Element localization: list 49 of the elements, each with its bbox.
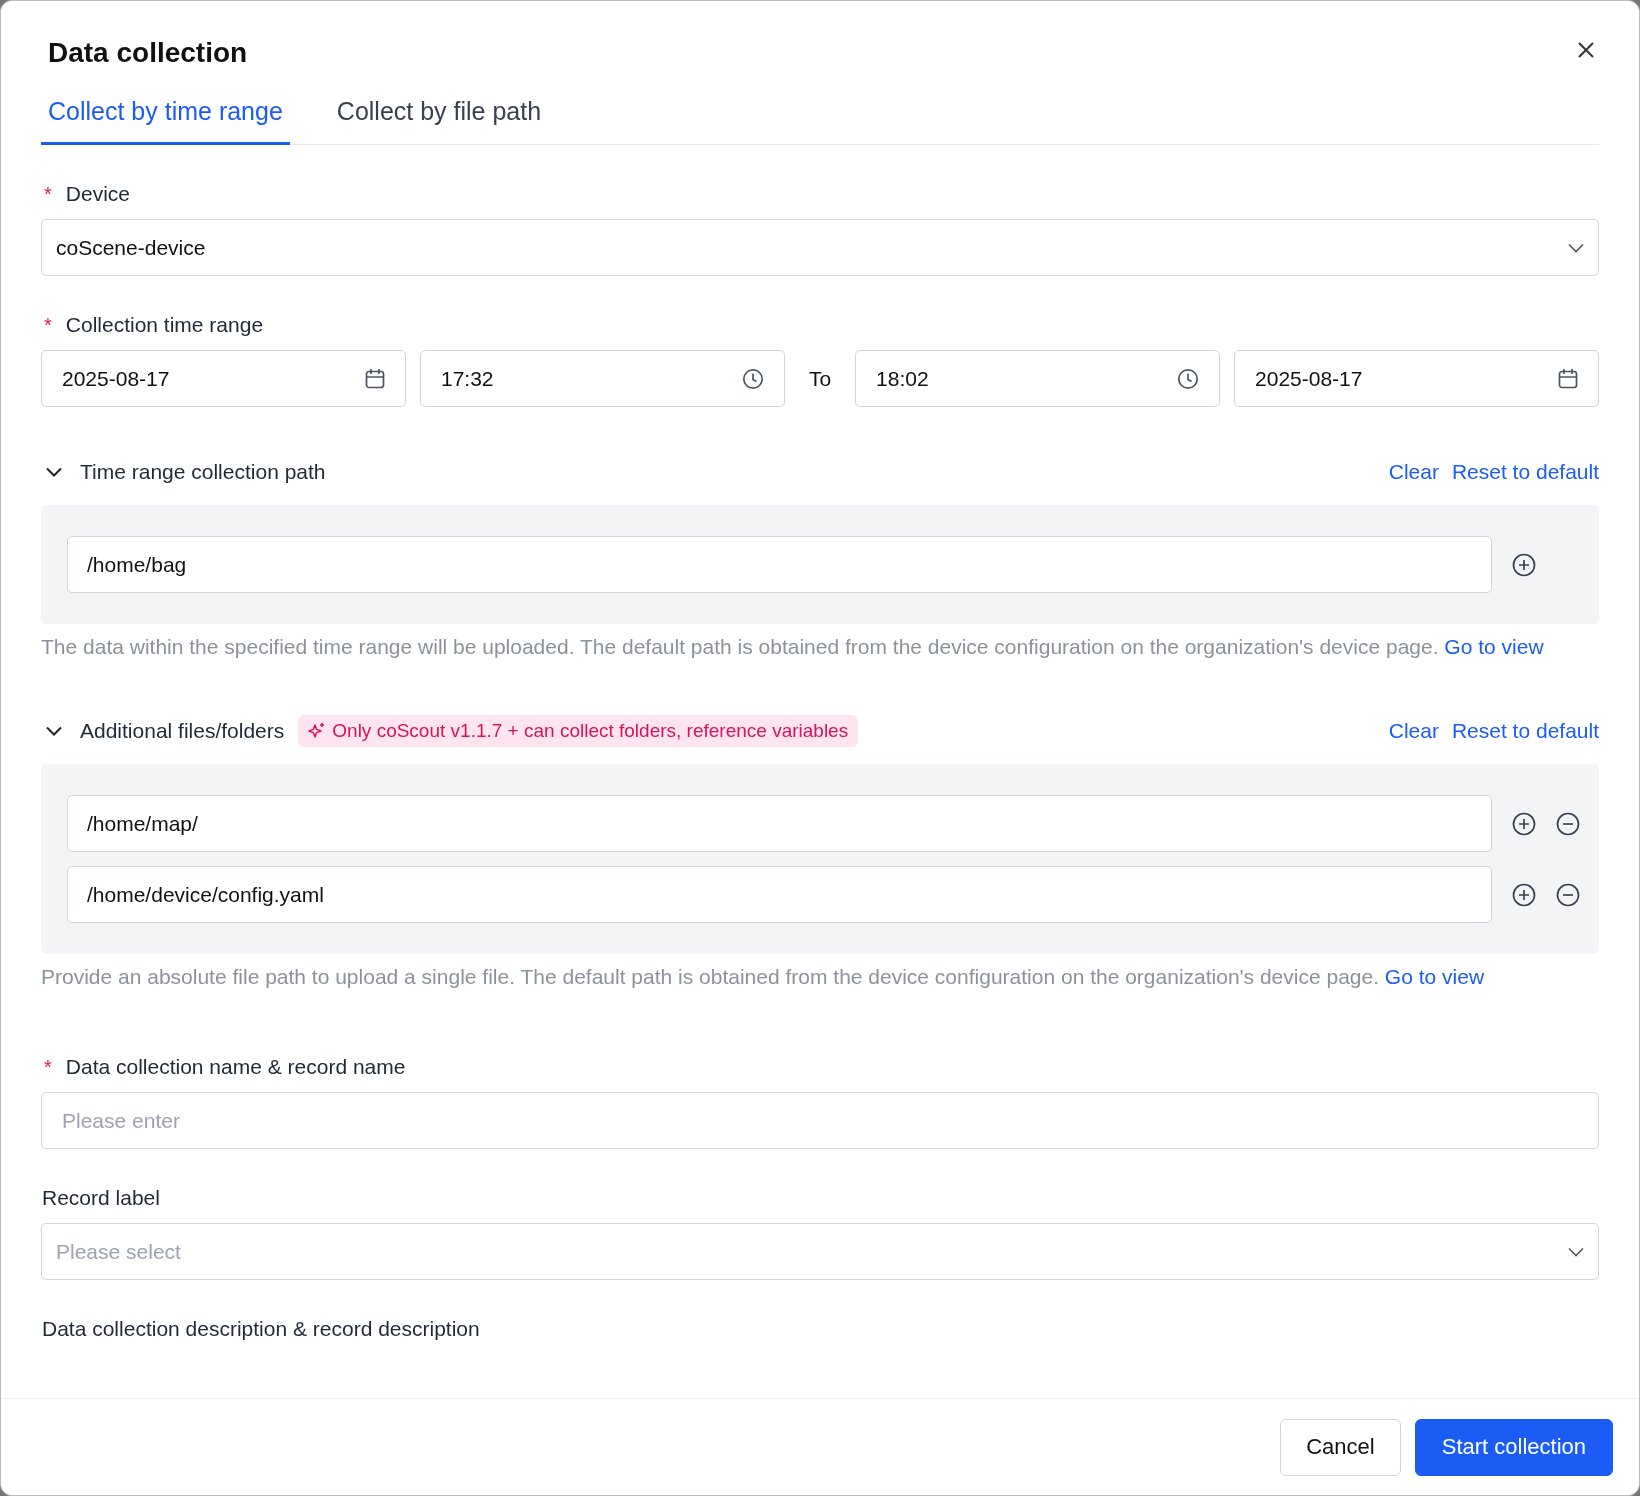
field-label: Record label	[41, 1186, 160, 1210]
path-field[interactable]: /home/bag	[67, 536, 1492, 593]
chevron-down-icon[interactable]	[46, 467, 62, 477]
add-icon[interactable]	[1512, 811, 1536, 836]
required-mark: *	[43, 1055, 52, 1079]
date-field[interactable]: 2025-08-17	[41, 350, 406, 407]
required-mark: *	[43, 182, 52, 206]
action-link[interactable]: Clear	[1388, 460, 1439, 484]
dialog-title: Data collection	[48, 37, 248, 69]
required-mark: *	[43, 313, 52, 337]
clock-icon	[741, 367, 764, 390]
close-icon[interactable]	[1577, 41, 1595, 59]
action-link[interactable]: Reset to default	[1451, 460, 1599, 484]
tab[interactable]: Collect by time range	[41, 97, 290, 145]
action-link[interactable]: Clear	[1388, 719, 1439, 743]
cancel-button[interactable]: Cancel	[1280, 1418, 1401, 1476]
chevron-down-icon	[1568, 1246, 1584, 1257]
range-separator: To	[807, 366, 833, 391]
action-link[interactable]: Reset to default	[1451, 719, 1599, 743]
chevron-down-icon[interactable]	[46, 726, 62, 736]
section-title: Time range collection path	[80, 460, 326, 484]
date-field[interactable]: 2025-08-17	[1234, 350, 1599, 407]
path-field[interactable]: /home/device/config.yaml	[67, 866, 1492, 923]
remove-icon[interactable]	[1556, 811, 1580, 836]
field-label: Device	[65, 182, 130, 206]
name-input-field[interactable]: Please enter	[41, 1092, 1599, 1149]
field-label: Collection time range	[65, 313, 264, 337]
version-badge: Only coScout v1.1.7 + can collect folders, reference variables	[298, 715, 859, 747]
field-label: Data collection description & record description	[41, 1317, 480, 1341]
add-icon[interactable]	[1512, 882, 1536, 907]
tab[interactable]: Collect by file path	[329, 97, 549, 145]
path-field[interactable]: /home/map/	[67, 795, 1492, 852]
calendar-icon	[1558, 367, 1578, 390]
go-to-view-link[interactable]: Go to view	[1444, 635, 1544, 658]
time-field[interactable]: 17:32	[419, 350, 785, 407]
add-icon[interactable]	[1512, 552, 1536, 577]
calendar-icon	[364, 367, 385, 390]
section-title: Additional files/folders	[80, 719, 285, 743]
time-field[interactable]: 18:02	[855, 350, 1221, 407]
chevron-down-icon	[1568, 242, 1584, 253]
help-text: Provide an absolute file path to upload a single file. The default path is obtained from the device configuration on the organization's device page. Go to view	[41, 964, 1486, 990]
device-select[interactable]: coScene-device	[41, 219, 1599, 276]
sparkle-icon	[308, 722, 327, 740]
help-text: The data within the specified time range will be uploaded. The default path is obtained from the device configuration on the organization's device page. Go to view	[41, 634, 1545, 660]
field-label: Data collection name & record name	[65, 1055, 406, 1079]
start-button[interactable]: Start collection	[1414, 1418, 1613, 1476]
remove-icon[interactable]	[1556, 882, 1580, 907]
clock-icon	[1177, 367, 1200, 390]
go-to-view-link[interactable]: Go to view	[1384, 965, 1485, 988]
